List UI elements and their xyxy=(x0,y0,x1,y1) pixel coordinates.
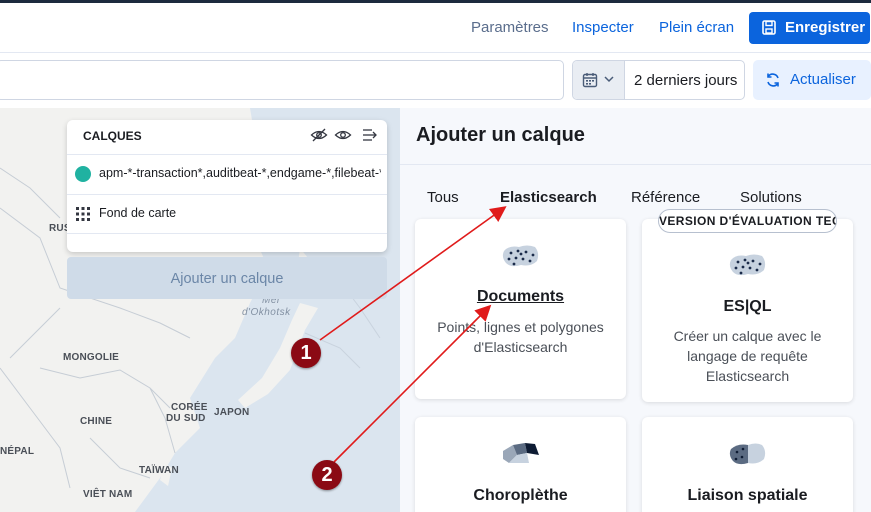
add-layer-map-button[interactable]: Ajouter un calque xyxy=(67,257,387,299)
chevron-down-icon xyxy=(604,76,614,83)
tab-solutions[interactable]: Solutions xyxy=(740,189,802,206)
fullscreen-link[interactable]: Plein écran xyxy=(659,19,734,36)
inspect-link[interactable]: Inspecter xyxy=(572,19,634,36)
layer-name[interactable]: Fond de carte xyxy=(99,206,381,220)
refresh-icon xyxy=(767,73,779,87)
map-label-vietnam: VIÊT NAM xyxy=(83,489,133,500)
layers-panel: CALQUES apm-*-transaction*,auditbeat-*,e… xyxy=(67,120,387,252)
card-documents-desc-line1: Points, lignes et polygones xyxy=(437,319,604,335)
layer-color-swatch xyxy=(75,166,91,182)
save-button-label: Enregistrer xyxy=(785,19,866,36)
layer-row-basemap[interactable]: Fond de carte xyxy=(67,194,387,234)
map-label-south-korea-line2: DU SUD xyxy=(166,413,206,424)
map-label-south-korea-line1: CORÉE xyxy=(171,402,208,413)
annotation-marker-2: 2 xyxy=(312,460,342,490)
choropleth-icon xyxy=(502,443,539,463)
annotation-marker-1: 1 xyxy=(291,338,321,368)
card-choropleth[interactable]: Choroplèthe xyxy=(415,417,626,512)
layers-panel-title: CALQUES xyxy=(83,129,142,143)
esql-icon xyxy=(729,254,765,276)
card-documents-desc-line2: d'Elasticsearch xyxy=(473,339,568,355)
collapse-panel-icon[interactable] xyxy=(362,127,378,143)
card-spatial-join-title[interactable]: Liaison spatiale xyxy=(642,487,853,505)
card-esql-desc-line3: Elasticsearch xyxy=(705,368,790,384)
card-spatial-join[interactable]: Liaison spatiale xyxy=(642,417,853,512)
tab-elasticsearch[interactable]: Elasticsearch xyxy=(500,189,597,206)
tab-reference[interactable]: Référence xyxy=(631,189,700,206)
card-esql-desc-line2: langage de requête xyxy=(687,348,808,364)
map-label-taiwan: TAÏWAN xyxy=(139,465,179,476)
documents-icon xyxy=(502,245,538,267)
layer-row-documents[interactable]: apm-*-transaction*,auditbeat-*,endgame-*… xyxy=(67,154,387,191)
date-range-text[interactable]: 2 derniers jours xyxy=(634,72,737,89)
tab-all[interactable]: Tous xyxy=(427,189,459,206)
card-esql-desc-line1: Créer un calque avec le xyxy=(673,328,822,344)
tech-preview-badge: VERSION D'ÉVALUATION TECHNIQUE xyxy=(658,209,837,233)
card-choropleth-title[interactable]: Choroplèthe xyxy=(415,487,626,505)
date-picker[interactable]: 2 derniers jours xyxy=(572,60,745,100)
spatial-join-icon xyxy=(729,443,765,465)
card-esql[interactable]: ES|QL Créer un calque avec le langage de… xyxy=(642,219,853,402)
card-documents-title[interactable]: Documents xyxy=(415,288,626,306)
refresh-button-label: Actualiser xyxy=(790,71,856,88)
date-quick-menu-button[interactable] xyxy=(573,61,625,99)
query-bar: 2 derniers jours Actualiser xyxy=(0,53,871,108)
map-label-okhotsk-line2: d'Okhotsk xyxy=(242,307,291,318)
app-header: Paramètres Inspecter Plein écran Enregis… xyxy=(0,3,871,53)
map-label-nepal: NÉPAL xyxy=(0,446,35,457)
show-all-layers-icon[interactable] xyxy=(334,127,352,143)
save-icon xyxy=(762,20,776,35)
map-label-mongolia: MONGOLIE xyxy=(63,352,120,363)
card-esql-title[interactable]: ES|QL xyxy=(642,298,853,316)
calendar-icon xyxy=(582,73,598,88)
basemap-grid-icon xyxy=(76,207,90,221)
refresh-button[interactable]: Actualiser xyxy=(753,60,871,100)
divider xyxy=(400,164,871,165)
map-label-japan: JAPON xyxy=(214,407,250,418)
map-label-china: CHINE xyxy=(80,416,113,427)
layer-name[interactable]: apm-*-transaction*,auditbeat-*,endgame-*… xyxy=(99,166,381,180)
save-button[interactable]: Enregistrer xyxy=(749,12,870,44)
add-layer-title: Ajouter un calque xyxy=(416,124,585,146)
search-input[interactable] xyxy=(0,60,564,100)
card-documents[interactable]: Documents Points, lignes et polygones d'… xyxy=(415,219,626,399)
hide-all-layers-icon[interactable] xyxy=(310,127,328,143)
settings-link[interactable]: Paramètres xyxy=(471,19,549,36)
